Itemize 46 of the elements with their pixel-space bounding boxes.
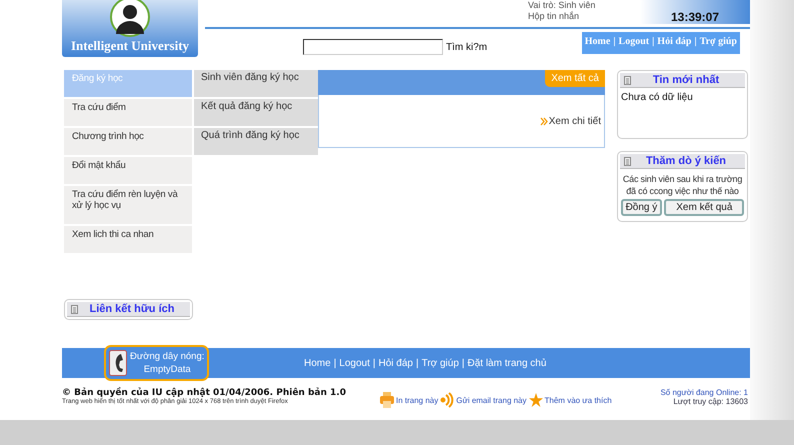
- action-link[interactable]: Gửi email trang này: [456, 396, 527, 404]
- search-link[interactable]: Tìm ki?m: [446, 42, 488, 52]
- action-link[interactable]: In trang này: [396, 396, 438, 404]
- messages-link[interactable]: Hộp tin nhắn: [528, 11, 640, 22]
- avatar-icon: [110, 0, 150, 37]
- separator: |: [372, 358, 376, 368]
- document-icon: [624, 156, 631, 166]
- rss-icon[interactable]: [440, 392, 454, 408]
- online-count: Số người đang Online: 1: [660, 388, 748, 397]
- poll-question: Các sinh viên sau khi ra trường đã có ccong việc như thế nào: [622, 173, 744, 198]
- separator: |: [613, 36, 616, 49]
- separator: |: [462, 358, 464, 368]
- copyright-text: © Bản quyền của IU cập nhật 01/04/2006. Phiên bản 1.0: [62, 388, 346, 398]
- panel-title: Thăm dò ý kiến: [644, 155, 728, 167]
- phone-icon: [109, 350, 127, 376]
- menu-item[interactable]: Xem lich thi ca nhan: [64, 226, 192, 255]
- hotline-label: Đường dây nóng:: [130, 350, 204, 363]
- menu-item[interactable]: Tra cứu điểm rèn luyện và xử lý học vụ: [64, 186, 192, 226]
- document-icon: [624, 76, 631, 84]
- separator: |: [416, 358, 419, 368]
- separator: |: [334, 358, 336, 368]
- user-role: Vai trò: Sinh viên: [528, 0, 596, 11]
- logo-text: Intelligent University: [70, 38, 190, 55]
- double-chevron-icon: [540, 116, 549, 126]
- separator: |: [652, 36, 654, 49]
- menu-item[interactable]: Tra cứu điểm: [64, 99, 192, 128]
- panel-title: Liên kết hữu ích: [88, 303, 176, 315]
- search-field[interactable]: [303, 39, 443, 55]
- submenu-item[interactable]: Kết quả đăng ký học: [194, 99, 318, 128]
- news-text: Chưa có dữ liệu: [620, 91, 694, 105]
- printer-icon[interactable]: [380, 392, 394, 408]
- panel-title: Tin mới nhất: [652, 74, 720, 86]
- menu-item[interactable]: Đổi mật khẩu: [64, 157, 192, 186]
- detail-link[interactable]: Xem chi tiết: [540, 116, 601, 126]
- poll-button[interactable]: Đồng ý: [620, 199, 662, 216]
- visit-count: Lượt truy cập: 13603: [673, 397, 748, 406]
- document-icon: [71, 304, 78, 314]
- menu-item[interactable]: Chương trình học: [64, 128, 192, 157]
- submenu-item[interactable]: Quá trình đăng ký học: [194, 128, 318, 157]
- clock: 13:39:07: [640, 0, 750, 24]
- action-link[interactable]: Thêm vào ưa thích: [544, 396, 612, 404]
- hotline-value: EmptyData: [144, 363, 191, 376]
- submenu-item[interactable]: Sinh viên đăng ký học: [194, 70, 318, 99]
- separator: |: [694, 36, 697, 49]
- star-icon[interactable]: [528, 392, 543, 408]
- poll-button[interactable]: Xem kết quả: [664, 199, 744, 216]
